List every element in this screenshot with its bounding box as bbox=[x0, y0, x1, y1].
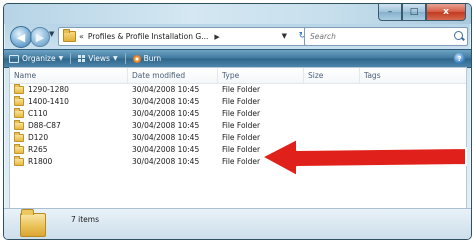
file-type: File Folder bbox=[222, 145, 261, 154]
screenshot-root: – □ x ◀ ▶ ▼ « Profiles & Profile Install… bbox=[0, 0, 473, 241]
file-name-cell: 1290-1280 bbox=[14, 84, 69, 96]
toolbar-divider bbox=[124, 53, 126, 64]
file-type: File Folder bbox=[222, 85, 261, 94]
table-row[interactable]: R265 30/04/2008 10:45 File Folder bbox=[10, 144, 466, 156]
back-arrow-icon: ◀ bbox=[16, 30, 26, 44]
navigation-bar: ◀ ▶ ▼ « Profiles & Profile Installation … bbox=[4, 24, 471, 48]
file-date: 30/04/2008 10:45 bbox=[132, 157, 200, 166]
table-row[interactable]: C110 30/04/2008 10:45 File Folder bbox=[10, 108, 466, 120]
file-name: R265 bbox=[28, 145, 48, 154]
address-breadcrumb[interactable]: Profiles & Profile Installation G... bbox=[88, 32, 208, 41]
file-date: 30/04/2008 10:45 bbox=[132, 109, 200, 118]
file-name-cell: D88-C87 bbox=[14, 120, 61, 132]
breadcrumb-arrow-icon[interactable]: ▶ bbox=[214, 33, 219, 41]
caption-buttons: – □ x bbox=[378, 4, 466, 21]
file-type: File Folder bbox=[222, 109, 261, 118]
folder-icon bbox=[14, 144, 24, 154]
file-date: 30/04/2008 10:45 bbox=[132, 85, 200, 94]
chevron-down-icon: ▼ bbox=[58, 55, 64, 62]
file-name: D88-C87 bbox=[28, 121, 61, 130]
file-name: C110 bbox=[28, 109, 48, 118]
file-name: 1290-1280 bbox=[28, 85, 69, 94]
forward-arrow-icon: ▶ bbox=[35, 30, 45, 44]
address-dropdown-icon[interactable]: ▼ bbox=[282, 28, 287, 45]
file-type: File Folder bbox=[222, 97, 261, 106]
file-type: File Folder bbox=[222, 157, 261, 166]
search-box[interactable] bbox=[304, 27, 468, 46]
back-button[interactable]: ◀ bbox=[10, 26, 32, 48]
address-overflow-chevron-icon[interactable]: « bbox=[79, 32, 84, 41]
burn-label: Burn bbox=[143, 54, 162, 63]
file-name: R1800 bbox=[28, 157, 53, 166]
folder-icon bbox=[14, 84, 24, 94]
maximize-button[interactable]: □ bbox=[402, 4, 426, 21]
folder-icon bbox=[63, 29, 76, 42]
column-header-size[interactable]: Size bbox=[304, 68, 360, 83]
organize-label: Organize bbox=[22, 54, 56, 63]
views-icon bbox=[78, 55, 86, 62]
search-input[interactable] bbox=[305, 31, 452, 42]
file-date: 30/04/2008 10:45 bbox=[132, 133, 200, 142]
close-button[interactable]: x bbox=[426, 4, 466, 21]
details-pane: 7 items bbox=[4, 208, 471, 239]
column-header-type[interactable]: Type bbox=[218, 68, 304, 83]
folder-icon bbox=[14, 132, 24, 142]
folder-icon bbox=[14, 156, 24, 166]
file-type: File Folder bbox=[222, 133, 261, 142]
views-label: Views bbox=[88, 54, 110, 63]
file-name-cell: 1400-1410 bbox=[14, 96, 69, 108]
minimize-button[interactable]: – bbox=[378, 4, 402, 21]
organize-icon bbox=[9, 54, 19, 63]
column-header-tags[interactable]: Tags bbox=[360, 68, 466, 83]
file-list-pane: Name Date modified Type Size Tags 1290-1… bbox=[9, 67, 467, 209]
folder-icon bbox=[14, 120, 24, 130]
column-header-name[interactable]: Name bbox=[10, 68, 128, 83]
organize-button[interactable]: Organize ▼ bbox=[4, 50, 68, 67]
column-headers: Name Date modified Type Size Tags bbox=[10, 68, 466, 84]
file-name-cell: R1800 bbox=[14, 156, 52, 168]
table-row[interactable]: 1290-1280 30/04/2008 10:45 File Folder bbox=[10, 84, 466, 96]
recent-pages-dropdown-icon[interactable]: ▼ bbox=[49, 30, 54, 38]
folder-icon bbox=[14, 108, 24, 118]
table-row[interactable]: 1400-1410 30/04/2008 10:45 File Folder bbox=[10, 96, 466, 108]
chevron-down-icon: ▼ bbox=[112, 55, 118, 62]
file-date: 30/04/2008 10:45 bbox=[132, 145, 200, 154]
file-list: 1290-1280 30/04/2008 10:45 File Folder 1… bbox=[10, 84, 466, 168]
toolbar-divider bbox=[70, 53, 72, 64]
file-name: 1400-1410 bbox=[28, 97, 69, 106]
file-type: File Folder bbox=[222, 121, 261, 130]
item-count: 7 items bbox=[71, 215, 100, 224]
command-toolbar: Organize ▼ Views ▼ Burn ? bbox=[4, 49, 471, 68]
file-date: 30/04/2008 10:45 bbox=[132, 121, 200, 130]
file-name: D120 bbox=[28, 133, 49, 142]
search-icon[interactable] bbox=[454, 31, 463, 40]
forward-button[interactable]: ▶ bbox=[30, 27, 50, 47]
file-name-cell: C110 bbox=[14, 108, 48, 120]
burn-disc-icon bbox=[132, 54, 141, 63]
file-name-cell: R265 bbox=[14, 144, 48, 156]
explorer-window: – □ x ◀ ▶ ▼ « Profiles & Profile Install… bbox=[3, 3, 472, 240]
folder-icon bbox=[14, 96, 24, 106]
column-header-date-modified[interactable]: Date modified bbox=[128, 68, 218, 83]
table-row[interactable]: D88-C87 30/04/2008 10:45 File Folder bbox=[10, 120, 466, 132]
views-button[interactable]: Views ▼ bbox=[73, 50, 122, 67]
folder-icon bbox=[20, 209, 46, 237]
file-name-cell: D120 bbox=[14, 132, 48, 144]
file-date: 30/04/2008 10:45 bbox=[132, 97, 200, 106]
burn-button[interactable]: Burn bbox=[128, 50, 167, 67]
table-row[interactable]: R1800 30/04/2008 10:45 File Folder bbox=[10, 156, 466, 168]
address-bar[interactable]: « Profiles & Profile Installation G... ▶… bbox=[58, 27, 310, 46]
help-button[interactable]: ? bbox=[454, 53, 465, 64]
table-row[interactable]: D120 30/04/2008 10:45 File Folder bbox=[10, 132, 466, 144]
